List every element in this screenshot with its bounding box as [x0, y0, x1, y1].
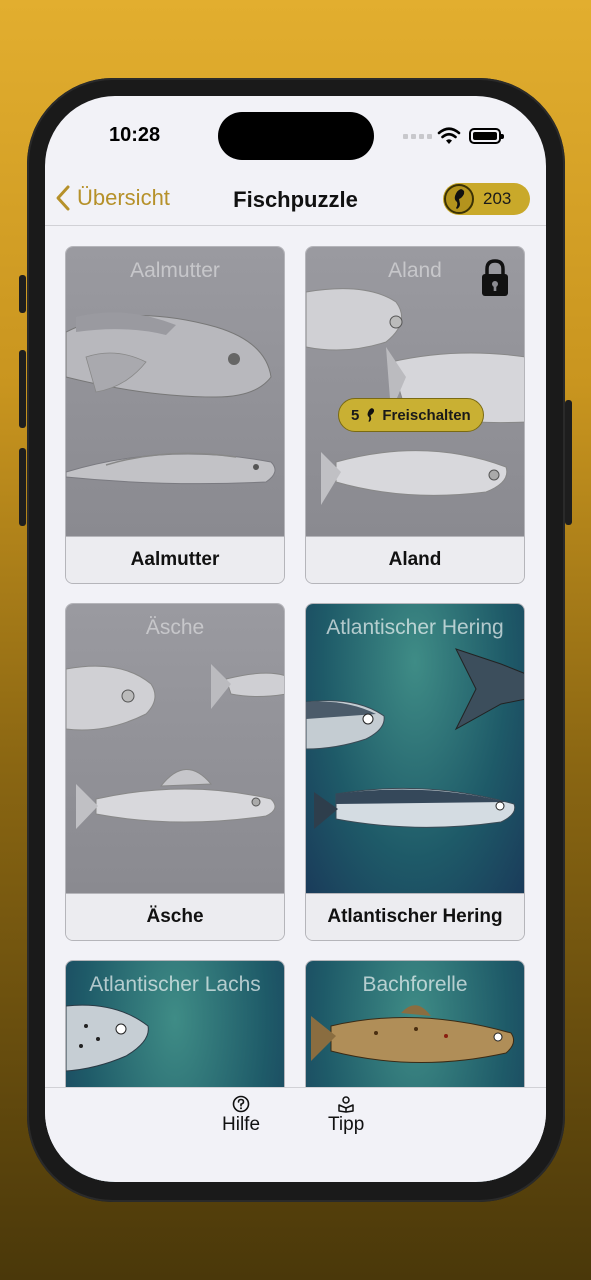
coin-balance-badge[interactable]: 203: [443, 183, 530, 215]
puzzle-card-aesche[interactable]: Äsche Äsche: [65, 603, 285, 941]
puzzle-name: Äsche: [66, 893, 284, 940]
mute-switch: [19, 275, 26, 313]
screen: 10:28 Übersicht Fischpuzzle 203 Aalmutte…: [45, 96, 546, 1182]
puzzle-name: Aland: [306, 536, 524, 583]
dynamic-island: [218, 112, 374, 160]
puzzle-card-atlantischer-hering[interactable]: Atlantischer Hering Atlantischer Hering: [305, 603, 525, 941]
fish-illustration: [306, 648, 524, 829]
puzzle-artwork: Aland 5 Freischalten: [306, 247, 524, 537]
fish-illustration: [66, 664, 284, 829]
fish-coin-icon: [444, 184, 474, 214]
fish-coin-icon: [367, 408, 375, 422]
puzzle-name: Aalmutter: [66, 536, 284, 583]
tip-button[interactable]: Tipp: [328, 1094, 364, 1136]
navigation-bar: Übersicht Fischpuzzle 203: [45, 176, 546, 226]
tip-label: Tipp: [328, 1114, 365, 1135]
wifi-icon: [437, 127, 461, 144]
unlock-button[interactable]: 5 Freischalten: [338, 398, 484, 432]
book-lightbulb-icon: [338, 1096, 354, 1113]
volume-down-button: [19, 448, 26, 526]
bottom-toolbar: Hilfe Tipp: [45, 1087, 546, 1182]
power-button: [565, 400, 572, 525]
help-button[interactable]: Hilfe: [222, 1094, 260, 1136]
fish-illustration: [66, 312, 276, 485]
puzzle-card-aalmutter[interactable]: Aalmutter Aalmutter: [65, 246, 285, 584]
battery-icon: [469, 128, 504, 144]
volume-up-button: [19, 350, 26, 428]
help-label: Hilfe: [222, 1114, 261, 1135]
puzzle-card-aland[interactable]: Aland 5 Freischalten Aland: [305, 246, 525, 584]
coin-count: 203: [483, 189, 512, 208]
unlock-cost: 5: [351, 406, 360, 424]
status-bar: 10:28: [45, 96, 546, 176]
puzzle-artwork: Äsche: [66, 604, 284, 894]
puzzle-artwork: Aalmutter: [66, 247, 284, 537]
lock-icon: [482, 259, 508, 296]
question-circle-icon: [232, 1095, 250, 1113]
puzzle-artwork: Atlantischer Hering: [306, 604, 524, 894]
unlock-label: Freischalten: [382, 406, 471, 424]
status-time: 10:28: [109, 124, 161, 146]
puzzle-name: Atlantischer Hering: [306, 893, 524, 940]
cellular-signal-icon: [403, 134, 432, 139]
